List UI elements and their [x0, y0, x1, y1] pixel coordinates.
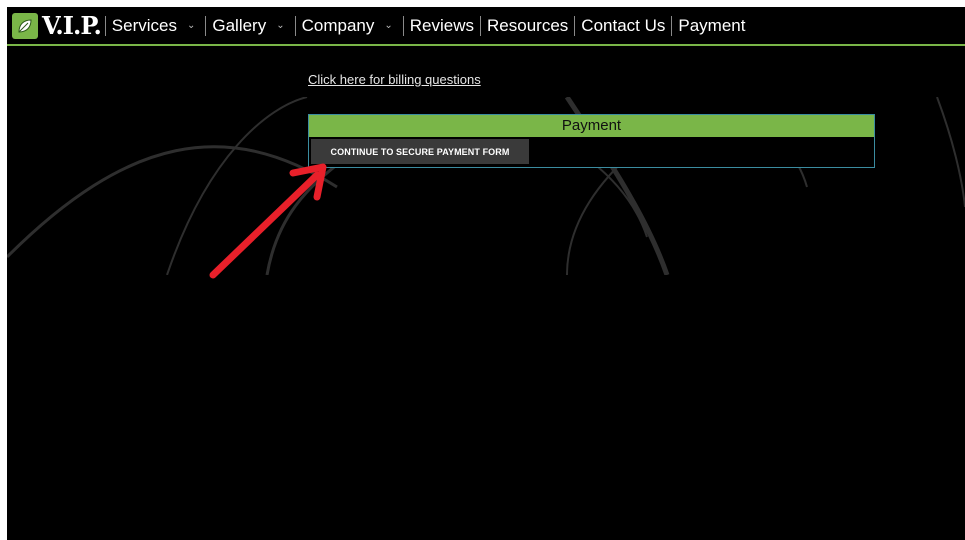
nav-item-services[interactable]: Services ⌄ — [104, 15, 206, 36]
logo-text: V.I.P. — [42, 10, 102, 40]
leaf-logo-icon — [12, 12, 38, 39]
red-arrow-icon — [209, 163, 327, 279]
nav-item-contact-us[interactable]: Contact Us — [574, 15, 671, 36]
nav-item-label: Payment — [678, 15, 746, 35]
page-viewport: V.I.P. Services ⌄ Gallery ⌄ Company ⌄ Re… — [7, 7, 965, 540]
nav-item-payment[interactable]: Payment — [671, 15, 751, 36]
payment-panel-title: Payment — [309, 115, 874, 137]
nav-item-label: Gallery — [212, 15, 267, 35]
nav-item-label: Reviews — [409, 15, 475, 35]
chevron-down-icon[interactable]: ⌄ — [187, 16, 195, 36]
payment-panel: Payment CONTINUE TO SECURE PAYMENT FORM — [308, 114, 875, 168]
nav-item-label: Resources — [487, 15, 569, 35]
nav-item-resources[interactable]: Resources — [480, 15, 574, 36]
billing-questions-link[interactable]: Click here for billing questions — [308, 72, 481, 87]
chevron-down-icon[interactable]: ⌄ — [384, 16, 392, 36]
nav-item-label: Services — [111, 15, 177, 35]
nav-item-gallery[interactable]: Gallery ⌄ — [205, 15, 294, 36]
nav-item-company[interactable]: Company ⌄ — [294, 15, 403, 36]
nav-item-label: Company — [301, 15, 375, 35]
site-logo[interactable]: V.I.P. — [12, 10, 102, 40]
nav-item-reviews[interactable]: Reviews — [402, 15, 480, 36]
chevron-down-icon[interactable]: ⌄ — [276, 16, 284, 36]
main-menu: Services ⌄ Gallery ⌄ Company ⌄ Reviews R… — [104, 15, 752, 36]
nav-item-label: Contact Us — [581, 15, 666, 35]
continue-to-secure-payment-button[interactable]: CONTINUE TO SECURE PAYMENT FORM — [311, 139, 529, 164]
top-navigation-bar: V.I.P. Services ⌄ Gallery ⌄ Company ⌄ Re… — [7, 7, 965, 46]
